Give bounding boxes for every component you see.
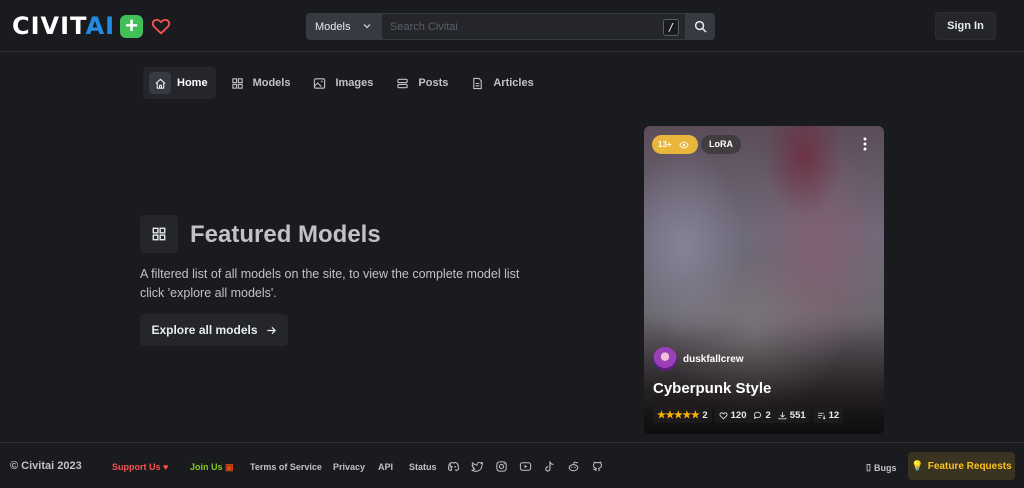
main-nav: Home Models Images Posts Articles bbox=[143, 67, 551, 99]
github-icon[interactable] bbox=[591, 460, 604, 473]
rating-pill: ★★★★★ 2 bbox=[653, 407, 712, 423]
model-stats: ★★★★★ 2 120 2 551 12 bbox=[653, 407, 844, 423]
join-us-link[interactable]: Join Us ▣ bbox=[190, 462, 234, 473]
search-bar: Models Search Civitai / bbox=[306, 13, 715, 40]
civitai-logo[interactable]: CIVITAI + bbox=[12, 13, 172, 39]
search-button[interactable] bbox=[685, 13, 715, 40]
bugs-label: Bugs bbox=[873, 462, 897, 473]
home-icon bbox=[154, 78, 166, 89]
star-rating-icon: ★★★★★ bbox=[657, 409, 700, 421]
model-title: Cyberpunk Style bbox=[653, 380, 772, 397]
engagement-stats: 120 2 551 bbox=[714, 407, 810, 423]
page-description: A filtered list of all models on the sit… bbox=[140, 267, 520, 300]
social-links bbox=[447, 460, 604, 473]
logo-text: CIVITAI bbox=[12, 12, 116, 40]
search-category-value: Models bbox=[315, 20, 351, 33]
nav-item-images[interactable]: Images bbox=[307, 67, 381, 99]
support-us-link[interactable]: Support Us ♥ bbox=[112, 462, 168, 472]
nav-item-articles[interactable]: Articles bbox=[465, 67, 541, 99]
versions-icon bbox=[817, 412, 826, 419]
chevron-down-icon bbox=[363, 24, 371, 29]
bug-icon: ▯ bbox=[866, 462, 871, 472]
comment-icon bbox=[754, 411, 762, 419]
eye-icon bbox=[678, 141, 689, 148]
content-rating-badge[interactable]: 13+ bbox=[652, 135, 698, 154]
nav-item-home[interactable]: Home bbox=[143, 67, 216, 99]
model-card[interactable]: 13+ LoRA duskfallcrew Cyberpunk Style ★★… bbox=[644, 126, 884, 434]
nav-label-images: Images bbox=[335, 77, 374, 89]
feature-requests-button[interactable]: 💡 Feature Requests bbox=[908, 452, 1015, 480]
search-placeholder: Search Civitai bbox=[390, 20, 458, 33]
creator-username[interactable]: duskfallcrew bbox=[683, 354, 744, 365]
comments-stat: 2 bbox=[753, 410, 771, 421]
search-category-select[interactable]: Models bbox=[306, 13, 382, 40]
twitter-icon[interactable] bbox=[471, 460, 484, 473]
instagram-icon[interactable] bbox=[495, 460, 508, 473]
search-shortcut-key: / bbox=[663, 19, 679, 36]
nav-label-models: Models bbox=[252, 77, 291, 89]
featured-grid-icon bbox=[140, 215, 178, 253]
layers-icon bbox=[397, 78, 409, 88]
lightbulb-icon: 💡 bbox=[911, 460, 924, 472]
heart-icon[interactable] bbox=[150, 15, 172, 37]
download-icon bbox=[778, 411, 787, 419]
youtube-icon[interactable] bbox=[519, 460, 532, 473]
file-text-icon bbox=[473, 77, 483, 89]
explore-label: Explore all models bbox=[151, 323, 258, 337]
reddit-icon[interactable] bbox=[567, 460, 580, 473]
feature-requests-label: Feature Requests bbox=[927, 460, 1012, 472]
discord-icon[interactable] bbox=[447, 460, 460, 473]
search-icon bbox=[694, 20, 706, 33]
top-header: CIVITAI + Models Search Civitai / Sign I… bbox=[0, 0, 1024, 52]
rating-count: 2 bbox=[702, 409, 708, 421]
likes-stat: 120 bbox=[719, 410, 746, 421]
copyright: © Civitai 2023 bbox=[10, 460, 82, 472]
explore-all-models-button[interactable]: Explore all models bbox=[140, 314, 288, 346]
versions-pill: 12 bbox=[812, 407, 844, 423]
more-vertical-icon[interactable] bbox=[861, 136, 869, 152]
downloads-stat: 551 bbox=[778, 410, 806, 421]
status-link[interactable]: Status bbox=[409, 462, 437, 472]
nav-label-articles: Articles bbox=[493, 77, 534, 89]
terms-link[interactable]: Terms of Service bbox=[250, 462, 322, 472]
api-link[interactable]: API bbox=[378, 462, 393, 472]
privacy-link[interactable]: Privacy bbox=[333, 462, 365, 472]
photo-icon bbox=[314, 77, 326, 89]
rating-label: 13+ bbox=[658, 140, 672, 149]
avatar[interactable] bbox=[653, 347, 677, 371]
create-plus-icon[interactable]: + bbox=[120, 14, 144, 38]
heart-outline-icon bbox=[719, 411, 728, 419]
tiktok-icon[interactable] bbox=[543, 460, 556, 473]
page-title: Featured Models bbox=[190, 221, 381, 248]
sign-in-button[interactable]: Sign In bbox=[935, 12, 996, 40]
nav-label-posts: Posts bbox=[418, 77, 449, 89]
nav-label-home: Home bbox=[177, 77, 208, 89]
footer: © Civitai 2023 Support Us ♥ Join Us ▣ Te… bbox=[0, 442, 1024, 488]
nav-item-models[interactable]: Models bbox=[225, 67, 299, 99]
grid-icon bbox=[231, 77, 243, 89]
nav-item-posts[interactable]: Posts bbox=[390, 67, 456, 99]
bugs-link[interactable]: ▯ Bugs bbox=[866, 462, 896, 473]
model-type-badge: LoRA bbox=[701, 135, 741, 154]
arrow-right-icon bbox=[266, 326, 276, 334]
search-input[interactable]: Search Civitai / bbox=[382, 13, 685, 40]
